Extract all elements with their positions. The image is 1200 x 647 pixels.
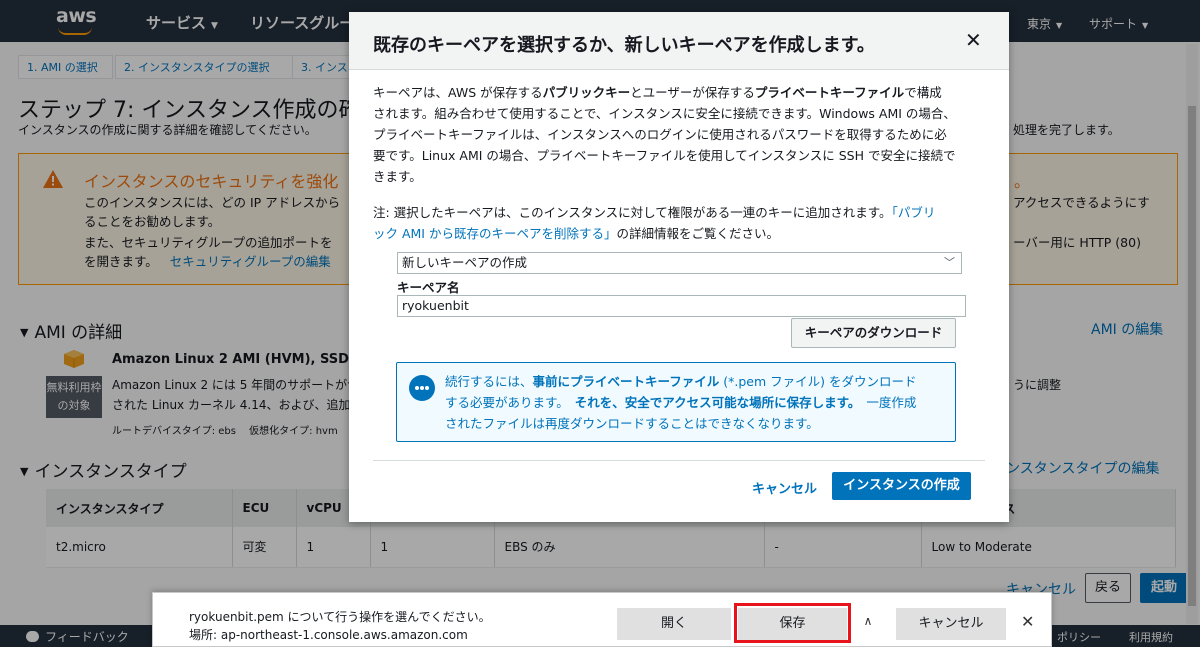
dialog-header: 既存のキーペアを選択するか、新しいキーペアを作成します。 ✕	[349, 12, 1009, 70]
description-line: キーペアは、AWS が保存するパブリックキーとユーザーが保存するプライベートキー…	[373, 82, 985, 103]
description-line: プライベートキーファイルは、インスタンスへのログインに使用されるパスワードを取得…	[373, 127, 947, 142]
save-highlight-outline	[734, 603, 851, 643]
remove-key-pair-link[interactable]: ック AMI から既存のキーペアを削除する」	[373, 226, 616, 241]
dialog-title: 既存のキーペアを選択するか、新しいキーペアを作成します。	[373, 35, 875, 56]
dialog-cancel-link[interactable]: キャンセル	[752, 478, 817, 497]
info-line: する必要があります。 それを、安全でアクセス可能な場所に保存します。 一度作成	[445, 392, 945, 413]
key-pair-name-label: キーペア名	[397, 280, 460, 295]
note-line: ック AMI から既存のキーペアを削除する」の詳細情報をご覧ください。	[373, 223, 985, 244]
chevron-up-icon[interactable]: ∧	[857, 614, 879, 634]
info-line: されたファイルは再度ダウンロードすることはできなくなります。	[445, 416, 819, 431]
cancel-download-button[interactable]: キャンセル	[896, 608, 1006, 640]
note-line: 注: 選択したキーペアは、このインスタンスに対して権限がある一連のキーに追加され…	[373, 202, 985, 223]
info-text: 続行するには、事前にプライベートキーファイル (*.pem ファイル) をダウン…	[445, 371, 945, 434]
description-line: 要です。Linux AMI の場合、プライベートキーファイルを使用してインスタン…	[373, 148, 956, 163]
text-span: する必要があります。	[445, 395, 569, 410]
text-span: キーペアは、AWS が保存する	[373, 85, 543, 100]
key-pair-dialog: 既存のキーペアを選択するか、新しいキーペアを作成します。 ✕ キーペアは、AWS…	[349, 12, 1009, 522]
text-span: とユーザーが保存する	[630, 85, 755, 100]
browser-download-bar: ryokuenbit.pem について行う操作を選んでください。 場所: ap-…	[152, 592, 1052, 647]
info-chat-icon	[409, 375, 435, 401]
key-pair-description: キーペアは、AWS が保存するパブリックキーとユーザーが保存するプライベートキー…	[373, 82, 985, 187]
download-message: ryokuenbit.pem について行う操作を選んでください。	[189, 610, 491, 624]
text-span: 一度作成	[866, 395, 917, 410]
download-key-pair-button[interactable]: キーペアのダウンロード	[791, 318, 956, 348]
description-line: きます。	[373, 169, 422, 184]
close-icon[interactable]: ✕	[965, 30, 982, 50]
text-span: 注: 選択したキーペアは、このインスタンスに対して権限がある一連のキーに追加され…	[373, 205, 892, 220]
remove-key-pair-link[interactable]: 「パブリ	[892, 205, 936, 220]
text-bold: それを、安全でアクセス可能な場所に保存します。	[574, 395, 861, 410]
dialog-divider	[373, 460, 985, 461]
description-line: されます。組み合わせて使用することで、インスタンスに安全に接続できます。Wind…	[373, 106, 956, 121]
key-pair-name-input[interactable]: ryokuenbit	[397, 295, 966, 317]
open-button[interactable]: 開く	[617, 608, 731, 640]
info-line: 続行するには、事前にプライベートキーファイル (*.pem ファイル) をダウン…	[445, 371, 945, 392]
info-alert: 続行するには、事前にプライベートキーファイル (*.pem ファイル) をダウン…	[396, 362, 956, 442]
text-bold: プライベートキーファイル	[754, 85, 905, 100]
download-source: 場所: ap-northeast-1.console.aws.amazon.co…	[189, 628, 468, 642]
text-span: の詳細情報をご覧ください。	[616, 226, 779, 241]
text-span: (*.pem ファイル) をダウンロード	[719, 374, 917, 389]
key-pair-note: 注: 選択したキーペアは、このインスタンスに対して権限がある一連のキーに追加され…	[373, 202, 985, 244]
text-bold: パブリックキー	[542, 85, 631, 100]
close-icon[interactable]: ✕	[1021, 612, 1034, 631]
text-bold: 事前にプライベートキーファイル	[532, 374, 720, 389]
create-instance-button[interactable]: インスタンスの作成	[832, 472, 971, 500]
chevron-down-icon: ﹀	[944, 256, 955, 269]
select-value: 新しいキーペアの作成	[402, 255, 528, 270]
text-span: で構成	[904, 85, 942, 100]
text-span: 続行するには、	[445, 374, 533, 389]
key-pair-action-select[interactable]: 新しいキーペアの作成 ﹀	[397, 252, 962, 274]
